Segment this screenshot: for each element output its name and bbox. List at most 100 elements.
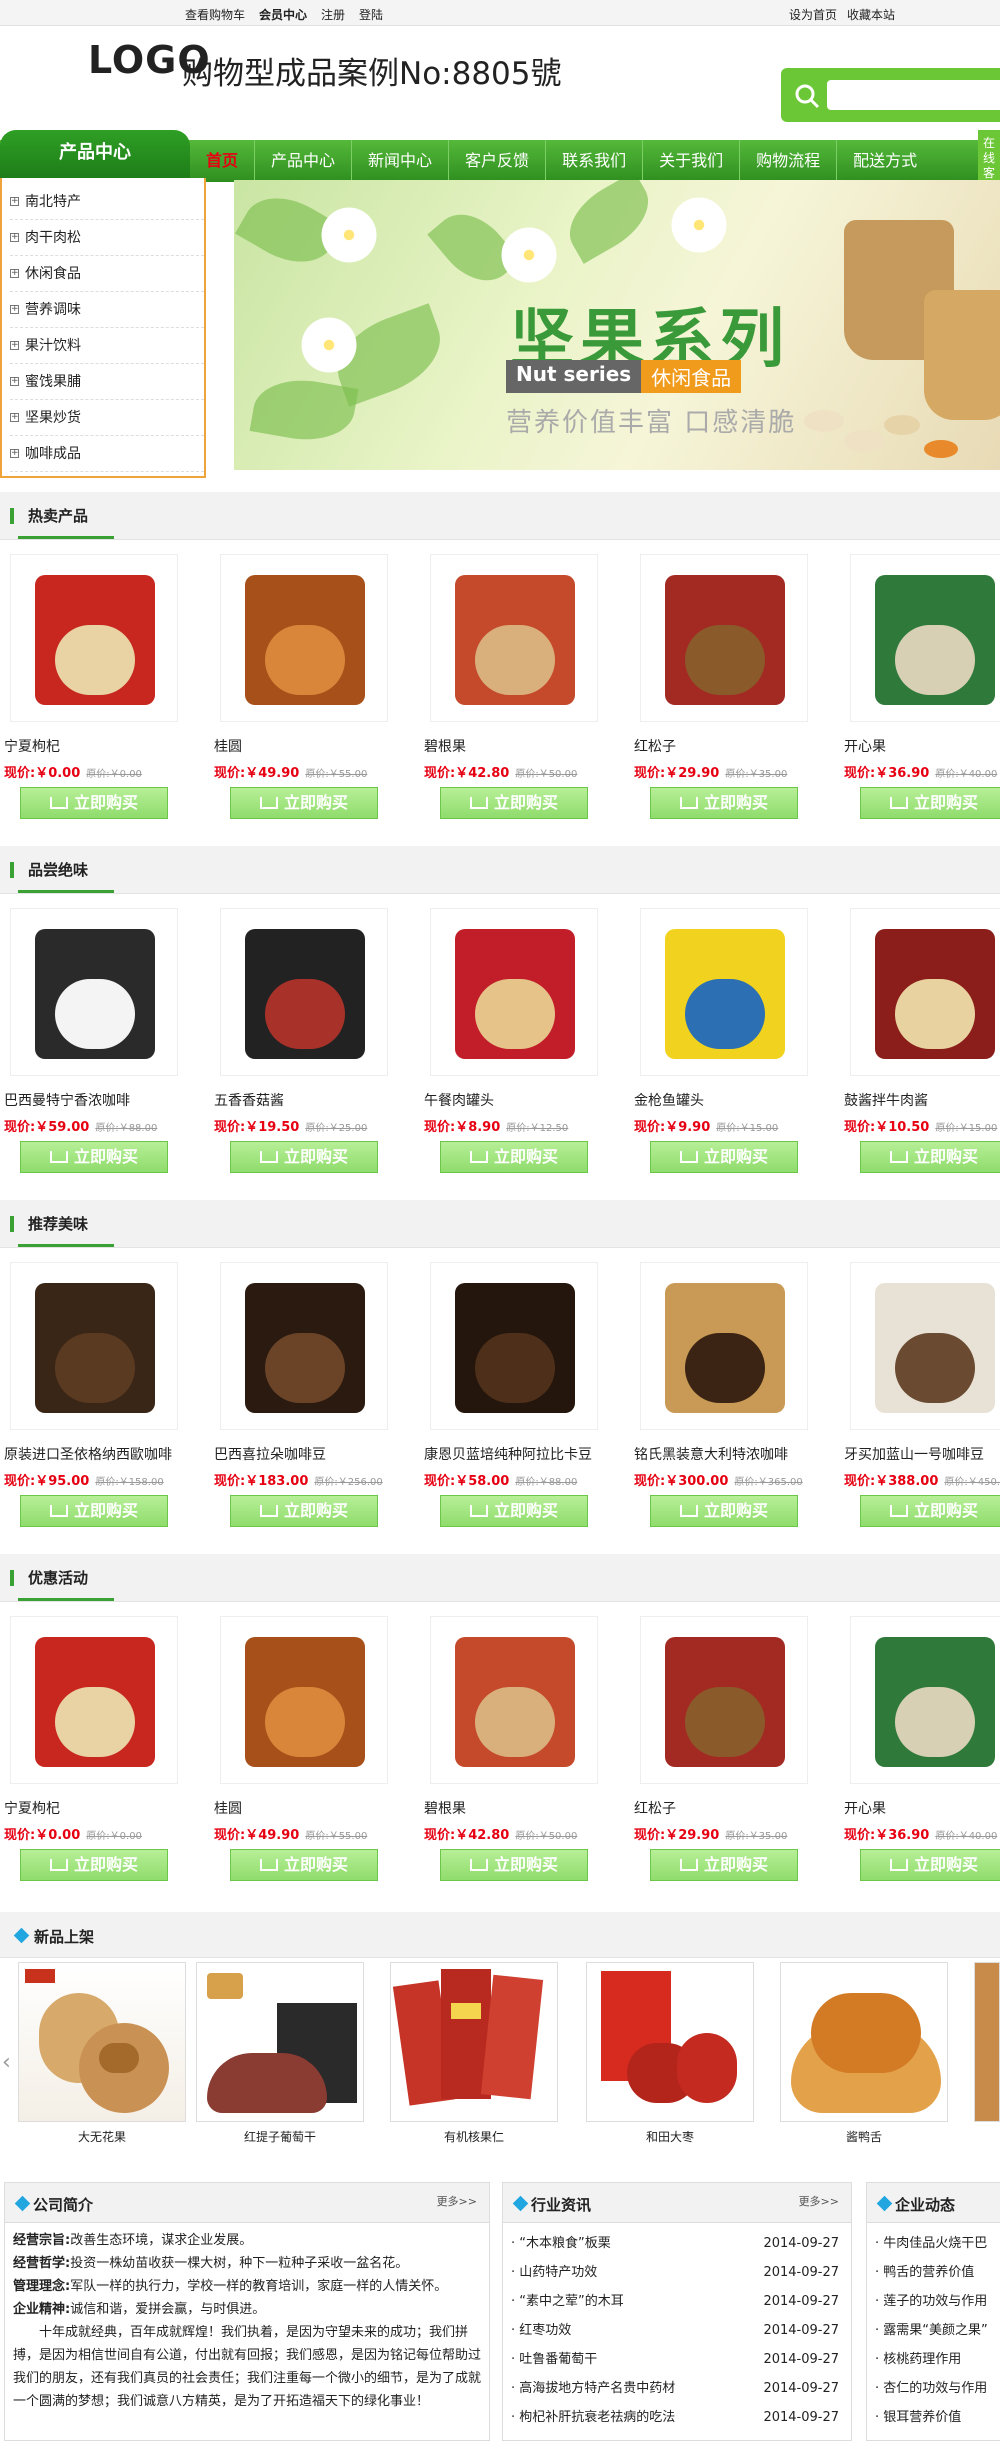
register-link[interactable]: 注册 [321, 6, 345, 23]
buy-now-button[interactable]: 立即购买 [20, 1495, 168, 1527]
product-image[interactable] [430, 1616, 598, 1784]
sidebar-item[interactable]: + 肉干肉松 [10, 220, 204, 256]
hero-banner[interactable]: 坚果系列 Nut series 休闲食品 营养价值丰富 口感清脆 [234, 180, 1000, 470]
product-card[interactable]: 宁夏枸杞 现价:￥0.00 原价:￥0.00 立即购买 [0, 1616, 200, 1881]
catalog-tab[interactable]: 产品中心 [0, 130, 190, 178]
product-card[interactable]: 金枪鱼罐头 现价:￥9.90 原价:￥15.00 立即购买 [630, 908, 830, 1173]
product-card[interactable]: 康恩贝蓝培纯种阿拉比卡豆 现价:￥58.00 原价:￥88.00 立即购买 [420, 1262, 620, 1527]
news-item[interactable]: · 高海拔地方特产名贵中药材 2014-09-27 [511, 2374, 843, 2403]
nav-products[interactable]: 产品中心 [254, 140, 351, 182]
login-link[interactable]: 登陆 [359, 6, 383, 23]
news-item[interactable]: · 山药特产功效 2014-09-27 [511, 2258, 843, 2287]
product-name[interactable]: 巴西喜拉朵咖啡豆 [210, 1444, 410, 1464]
product-card[interactable]: 原装进口圣依格纳西歐咖啡 现价:￥95.00 原价:￥158.00 立即购买 [0, 1262, 200, 1527]
buy-now-button[interactable]: 立即购买 [230, 1495, 378, 1527]
buy-now-button[interactable]: 立即购买 [860, 1141, 1000, 1173]
product-card[interactable]: 鼓酱拌牛肉酱 现价:￥10.50 原价:￥15.00 立即购买 [840, 908, 1000, 1173]
new-arrival-name[interactable]: 大无花果 [18, 2128, 186, 2145]
news-title[interactable]: · 枸杞补肝抗衰老祛病的吃法 [511, 2410, 675, 2425]
buy-now-button[interactable]: 立即购买 [440, 1849, 588, 1881]
product-card[interactable]: 开心果 现价:￥36.90 原价:￥40.00 立即购买 [840, 1616, 1000, 1881]
product-name[interactable]: 碧根果 [420, 1798, 620, 1818]
buy-now-button[interactable]: 立即购买 [650, 787, 798, 819]
nav-shopping-process[interactable]: 购物流程 [739, 140, 836, 182]
buy-now-button[interactable]: 立即购买 [230, 1849, 378, 1881]
buy-now-button[interactable]: 立即购买 [440, 1495, 588, 1527]
product-image[interactable] [850, 1262, 1000, 1430]
product-name[interactable]: 红松子 [630, 1798, 830, 1818]
product-name[interactable]: 桂圆 [210, 736, 410, 756]
buy-now-button[interactable]: 立即购买 [860, 1849, 1000, 1881]
nav-news[interactable]: 新闻中心 [351, 140, 448, 182]
buy-now-button[interactable]: 立即购买 [20, 787, 168, 819]
product-name[interactable]: 宁夏枸杞 [0, 1798, 200, 1818]
buy-now-button[interactable]: 立即购买 [20, 1849, 168, 1881]
product-card[interactable]: 牙买加蓝山一号咖啡豆现价:￥388.00 原价:￥450.00 立即购买 [840, 1262, 1000, 1527]
product-name[interactable]: 铭氏黑装意大利特浓咖啡 [630, 1444, 830, 1464]
product-name[interactable]: 桂圆 [210, 1798, 410, 1818]
news-item[interactable]: · “素中之荤”的木耳 2014-09-27 [511, 2287, 843, 2316]
product-card[interactable]: 午餐肉罐头 现价:￥8.90 原价:￥12.50 立即购买 [420, 908, 620, 1173]
product-name[interactable]: 原装进口圣依格纳西歐咖啡 [0, 1444, 200, 1464]
product-name[interactable]: 宁夏枸杞 [0, 736, 200, 756]
sidebar-item[interactable]: + 南北特产 [10, 184, 204, 220]
more-link[interactable]: 更多>> [437, 2193, 477, 2209]
news-item[interactable]: · 露需果“美颜之果” [875, 2316, 992, 2345]
news-title[interactable]: · “木本粮食”板栗 [511, 2236, 611, 2251]
product-name[interactable]: 金枪鱼罐头 [630, 1090, 830, 1110]
product-name[interactable]: 牙买加蓝山一号咖啡豆 [840, 1444, 1000, 1464]
product-card[interactable]: 红松子 现价:￥29.90 原价:￥35.00 立即购买 [630, 1616, 830, 1881]
buy-now-button[interactable]: 立即购买 [440, 1141, 588, 1173]
product-name[interactable]: 开心果 [840, 1798, 1000, 1818]
new-arrival-item[interactable]: 大无花果 [18, 1962, 186, 2145]
buy-now-button[interactable]: 立即购买 [440, 787, 588, 819]
news-item[interactable]: · 莲子的功效与作用 [875, 2287, 992, 2316]
search-icon[interactable] [793, 82, 821, 110]
news-item[interactable]: · “木本粮食”板栗 2014-09-27 [511, 2229, 843, 2258]
product-image[interactable] [10, 908, 178, 1076]
product-card[interactable]: 开心果 现价:￥36.90 原价:￥40.00 立即购买 [840, 554, 1000, 819]
product-card[interactable]: 桂圆 现价:￥49.90 原价:￥55.00 立即购买 [210, 1616, 410, 1881]
news-item[interactable]: · 核桃药理作用 [875, 2345, 992, 2374]
product-card[interactable]: 巴西曼特宁香浓咖啡 现价:￥59.00 原价:￥88.00 立即购买 [0, 908, 200, 1173]
product-image[interactable] [430, 1262, 598, 1430]
product-card[interactable]: 巴西喜拉朵咖啡豆 现价:￥183.00 原价:￥256.00 立即购买 [210, 1262, 410, 1527]
product-card[interactable]: 桂圆 现价:￥49.90 原价:￥55.00 立即购买 [210, 554, 410, 819]
sidebar-item[interactable]: + 坚果炒货 [10, 400, 204, 436]
buy-now-button[interactable]: 立即购买 [20, 1141, 168, 1173]
news-title[interactable]: · 高海拔地方特产名贵中药材 [511, 2381, 675, 2396]
sidebar-item[interactable]: + 营养调味 [10, 292, 204, 328]
news-item[interactable]: · 枸杞补肝抗衰老祛病的吃法 2014-09-27 [511, 2403, 843, 2432]
product-card[interactable]: 红松子 现价:￥29.90 原价:￥35.00 立即购买 [630, 554, 830, 819]
sidebar-item[interactable]: + 休闲食品 [10, 256, 204, 292]
news-item[interactable]: · 红枣功效 2014-09-27 [511, 2316, 843, 2345]
nav-contact[interactable]: 联系我们 [545, 140, 642, 182]
nav-delivery[interactable]: 配送方式 [836, 140, 933, 182]
sidebar-item[interactable]: + 咖啡成品 [10, 436, 204, 472]
member-center-link[interactable]: 会员中心 [259, 6, 307, 23]
product-card[interactable]: 碧根果 现价:￥42.80 原价:￥50.00 立即购买 [420, 554, 620, 819]
product-image[interactable] [220, 1262, 388, 1430]
product-name[interactable]: 鼓酱拌牛肉酱 [840, 1090, 1000, 1110]
nav-feedback[interactable]: 客户反馈 [448, 140, 545, 182]
product-image[interactable] [10, 1262, 178, 1430]
product-name[interactable]: 康恩贝蓝培纯种阿拉比卡豆 [420, 1444, 620, 1464]
bookmark-link[interactable]: 收藏本站 [847, 6, 895, 23]
product-image[interactable] [850, 1616, 1000, 1784]
product-image[interactable] [10, 1616, 178, 1784]
product-card[interactable]: 五香香菇酱 现价:￥19.50 原价:￥25.00 立即购买 [210, 908, 410, 1173]
product-image[interactable] [640, 554, 808, 722]
product-name[interactable]: 红松子 [630, 736, 830, 756]
news-title[interactable]: · 红枣功效 [511, 2323, 571, 2338]
product-card[interactable]: 碧根果 现价:￥42.80 原价:￥50.00 立即购买 [420, 1616, 620, 1881]
new-arrival-name[interactable]: 红提子葡萄干 [196, 2128, 364, 2145]
more-link[interactable]: 更多>> [799, 2193, 839, 2209]
product-image[interactable] [430, 554, 598, 722]
search-input[interactable] [827, 80, 1000, 110]
new-arrival-item[interactable]: 酱鸭舌 [780, 1962, 948, 2145]
new-arrival-item[interactable]: 红提子葡萄干 [196, 1962, 364, 2145]
new-arrival-item[interactable]: 和田大枣 [586, 1962, 754, 2145]
product-card[interactable]: 铭氏黑装意大利特浓咖啡 现价:￥300.00 原价:￥365.00 立即购买 [630, 1262, 830, 1527]
sidebar-item[interactable]: + 蜜饯果脯 [10, 364, 204, 400]
product-image[interactable] [640, 908, 808, 1076]
